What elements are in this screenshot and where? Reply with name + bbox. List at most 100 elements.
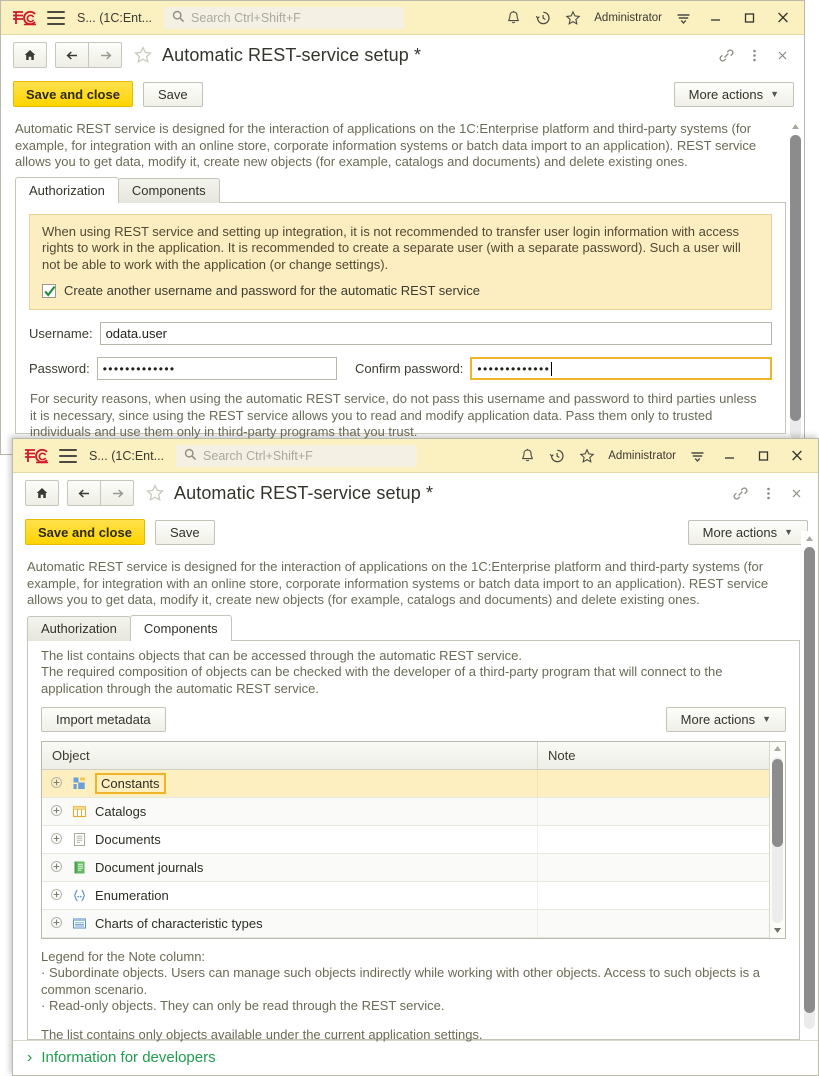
window-scrollbar-thumb[interactable]	[803, 547, 815, 1013]
column-header-note[interactable]: Note	[538, 742, 769, 769]
confirm-password-input[interactable]: •••••••••••••	[470, 357, 772, 381]
forward-button[interactable]	[100, 480, 134, 506]
window-scrollbar[interactable]	[787, 119, 803, 441]
tab-components[interactable]: Components	[129, 614, 232, 641]
chevron-down-icon: ▼	[762, 713, 771, 724]
expand-icon[interactable]	[50, 888, 64, 902]
history-icon[interactable]	[528, 4, 558, 32]
navigation-actions	[726, 479, 810, 507]
expand-icon[interactable]	[50, 916, 64, 930]
row-object-cell: Document journals	[42, 853, 538, 881]
information-for-developers-link[interactable]: Information for developers	[41, 1049, 215, 1066]
username-input[interactable]: odata.user	[99, 322, 772, 346]
table-row[interactable]: Charts of characteristic types	[42, 909, 769, 938]
components-description-line-2: The required composition of objects can …	[41, 664, 723, 680]
table-scrollbar-track[interactable]	[772, 756, 783, 923]
password-label: Password:	[29, 361, 90, 377]
history-nav-group	[55, 42, 122, 68]
maximize-button[interactable]	[732, 3, 766, 33]
close-button[interactable]	[766, 3, 800, 33]
window-scrollbar[interactable]	[801, 531, 817, 1031]
history-nav-group	[67, 480, 134, 506]
link-icon[interactable]	[712, 41, 740, 69]
tab-authorization[interactable]: Authorization	[27, 615, 131, 641]
kebab-menu-icon[interactable]	[740, 41, 768, 69]
close-form-icon[interactable]	[782, 479, 810, 507]
scroll-up-arrow-icon[interactable]	[791, 119, 800, 133]
expand-icon[interactable]	[50, 832, 64, 846]
save-and-close-button[interactable]: Save and close	[25, 519, 145, 545]
table-row[interactable]: Catalogs	[42, 797, 769, 826]
save-button[interactable]: Save	[154, 519, 215, 545]
tab-components[interactable]: Components	[117, 177, 220, 203]
search-input[interactable]: Search Ctrl+Shift+F	[164, 6, 404, 29]
table-more-actions-button[interactable]: More actions ▼	[665, 706, 786, 732]
row-object-cell: Documents	[42, 825, 538, 853]
forward-button[interactable]	[88, 42, 122, 68]
save-button[interactable]: Save	[142, 81, 203, 107]
titlebar-actions: Administrator	[498, 3, 800, 33]
link-icon[interactable]	[726, 479, 754, 507]
table-row[interactable]: Enumeration	[42, 881, 769, 910]
expand-icon[interactable]	[50, 776, 64, 790]
star-icon[interactable]	[558, 4, 588, 32]
navigation-actions	[712, 41, 796, 69]
main-menu-burger-icon[interactable]	[47, 10, 65, 25]
import-metadata-button[interactable]: Import metadata	[41, 706, 166, 732]
objects-table-body: Object Note Constants Catalogs Documents…	[42, 741, 769, 938]
tab-authorization[interactable]: Authorization	[15, 176, 119, 203]
home-button[interactable]	[13, 42, 47, 68]
username-row: Username: odata.user	[16, 322, 785, 346]
table-row[interactable]: Documents	[42, 825, 769, 854]
table-scroll-up-arrow-icon[interactable]	[773, 742, 782, 756]
charts-of-characteristic-types-icon	[71, 915, 87, 931]
security-note: For security reasons, when using the aut…	[30, 391, 757, 440]
warning-text: When using REST service and setting up i…	[42, 223, 741, 272]
more-actions-label: More actions	[702, 524, 778, 540]
bell-icon[interactable]	[498, 4, 528, 32]
window-components: S... (1C:Ent... Search Ctrl+Shift+F Admi…	[12, 438, 819, 1076]
close-form-icon[interactable]	[768, 41, 796, 69]
password-input[interactable]: •••••••••••••	[96, 357, 338, 381]
page-title: Automatic REST-service setup *	[174, 482, 434, 503]
search-placeholder: Search Ctrl+Shift+F	[191, 10, 301, 25]
column-header-object[interactable]: Object	[42, 741, 538, 769]
expand-icon[interactable]	[50, 804, 64, 818]
create-credentials-checkbox[interactable]	[42, 283, 56, 298]
scroll-up-arrow-icon[interactable]	[805, 531, 814, 545]
add-to-favorites-icon[interactable]	[130, 42, 156, 68]
intro-text: Automatic REST service is designed for t…	[15, 121, 757, 170]
window-scrollbar-thumb[interactable]	[789, 135, 801, 421]
constants-icon	[71, 775, 87, 791]
document-journals-icon	[71, 859, 87, 875]
more-actions-button[interactable]: More actions ▼	[687, 519, 808, 545]
more-actions-button[interactable]: More actions ▼	[673, 81, 794, 107]
expand-icon[interactable]	[50, 860, 64, 874]
table-row[interactable]: Document journals	[42, 853, 769, 882]
table-scrollbar[interactable]	[769, 741, 785, 938]
kebab-menu-icon[interactable]	[754, 479, 782, 507]
row-label: Enumeration	[95, 887, 169, 903]
confirm-password-label: Confirm password:	[355, 361, 464, 377]
home-button[interactable]	[25, 480, 59, 506]
main-menu-icon[interactable]	[668, 4, 698, 32]
text-caret	[551, 361, 553, 376]
minimize-button[interactable]	[698, 3, 732, 33]
create-credentials-checkbox-row[interactable]: Create another username and password for…	[42, 283, 759, 300]
window-scrollbar-track[interactable]	[803, 547, 815, 1029]
table-scroll-down-arrow-icon[interactable]	[773, 924, 782, 938]
table-scrollbar-thumb[interactable]	[772, 758, 783, 847]
documents-icon	[71, 831, 87, 847]
catalogs-icon	[71, 803, 87, 819]
table-row[interactable]: Constants	[42, 769, 769, 798]
back-button[interactable]	[67, 480, 101, 506]
save-and-close-button[interactable]: Save and close	[13, 81, 133, 107]
back-button[interactable]	[55, 42, 89, 68]
user-name[interactable]: Administrator	[588, 12, 668, 24]
components-description-line-1: The list contains objects that can be ac…	[41, 647, 523, 663]
window-scrollbar-track[interactable]	[789, 135, 801, 439]
titlebar: S... (1C:Ent... Search Ctrl+Shift+F Admi…	[1, 1, 804, 35]
close-button[interactable]	[780, 441, 814, 471]
add-to-favorites-icon[interactable]	[142, 480, 168, 506]
tabstrip: Authorization Components	[15, 176, 786, 203]
